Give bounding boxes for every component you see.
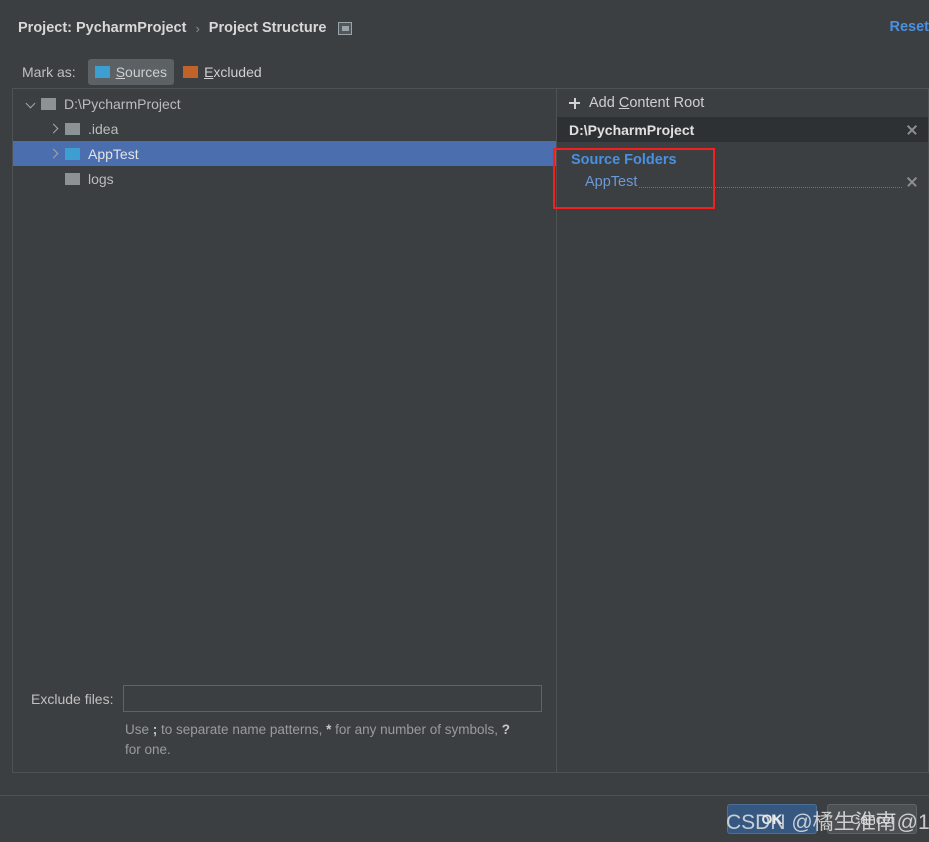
exclude-files-input[interactable] [123,685,542,712]
tree-row-label: .idea [88,120,119,137]
mark-as-excluded-label: Excluded [204,64,262,80]
ok-button[interactable]: OK [727,804,817,834]
source-folders-title: Source Folders [571,152,677,168]
folder-icon [65,172,80,185]
folder-icon [65,122,80,135]
tree-row-label: logs [88,170,114,187]
hint-text-2: to separate name patterns, [157,722,327,737]
no-chevron-spacer [47,171,63,187]
hint-text-4: for one. [125,742,171,757]
project-tree: D:\PycharmProject .idea AppTest logs [13,89,556,191]
cancel-button[interactable]: Cancel [827,804,917,834]
chevron-down-icon[interactable] [23,96,39,112]
mark-as-excluded-button[interactable]: Excluded [176,59,269,85]
project-tree-pane: D:\PycharmProject .idea AppTest logs Exc… [12,88,556,773]
hint-question: ? [501,722,510,737]
orange-folder-icon [183,66,199,78]
folder-icon [41,97,56,110]
remove-source-folder-icon[interactable] [904,174,920,190]
blue-folder-icon [65,147,80,160]
breadcrumb-project[interactable]: Project: PycharmProject [18,20,186,36]
remove-content-root-icon[interactable] [904,122,920,138]
main-content: D:\PycharmProject .idea AppTest logs Exc… [12,88,929,773]
dialog-footer: OK Cancel [0,796,929,842]
tree-row[interactable]: logs [13,166,556,191]
panel-toggle-icon[interactable] [338,21,353,35]
reset-link[interactable]: Reset [890,19,929,35]
tree-row-selected[interactable]: AppTest [13,141,556,166]
mark-as-toolbar: Mark as: Sources Excluded [0,56,929,88]
mark-as-sources-label: Sources [115,64,168,80]
plus-icon [569,97,580,109]
breadcrumb-separator: › [195,20,200,36]
tree-row-label: AppTest [88,145,139,162]
mark-as-sources-button[interactable]: Sources [87,59,175,85]
chevron-right-icon[interactable] [47,146,63,162]
tree-row-label: D:\PycharmProject [64,95,181,112]
chevron-right-icon[interactable] [47,121,63,137]
hint-text-3: for any number of symbols, [331,722,502,737]
breadcrumb-bar: Project: PycharmProject › Project Struct… [0,0,929,56]
exclude-files-block: Exclude files: Use ; to separate name pa… [13,685,556,760]
blue-folder-icon [94,66,110,78]
source-folder-name: AppTest [585,174,638,190]
dotted-leader [639,186,902,188]
add-content-root-label: Add Content RootAdd Content Root [589,95,705,111]
content-root-pane: Add Content RootAdd Content Root D:\Pych… [556,88,929,773]
content-root-path: D:\PycharmProject [569,121,695,138]
breadcrumb-current[interactable]: Project Structure [209,20,327,36]
exclude-files-hint: Use ; to separate name patterns, * for a… [125,720,525,760]
content-root-header: D:\PycharmProject [557,117,928,142]
tree-row[interactable]: D:\PycharmProject [13,91,556,116]
exclude-files-label: Exclude files: [31,690,114,707]
hint-text-1: Use [125,722,153,737]
tree-row[interactable]: .idea [13,116,556,141]
source-folder-entry[interactable]: AppTest [557,168,928,194]
mark-as-label: Mark as: [22,64,76,80]
add-content-root-button[interactable]: Add Content RootAdd Content Root [557,89,928,117]
